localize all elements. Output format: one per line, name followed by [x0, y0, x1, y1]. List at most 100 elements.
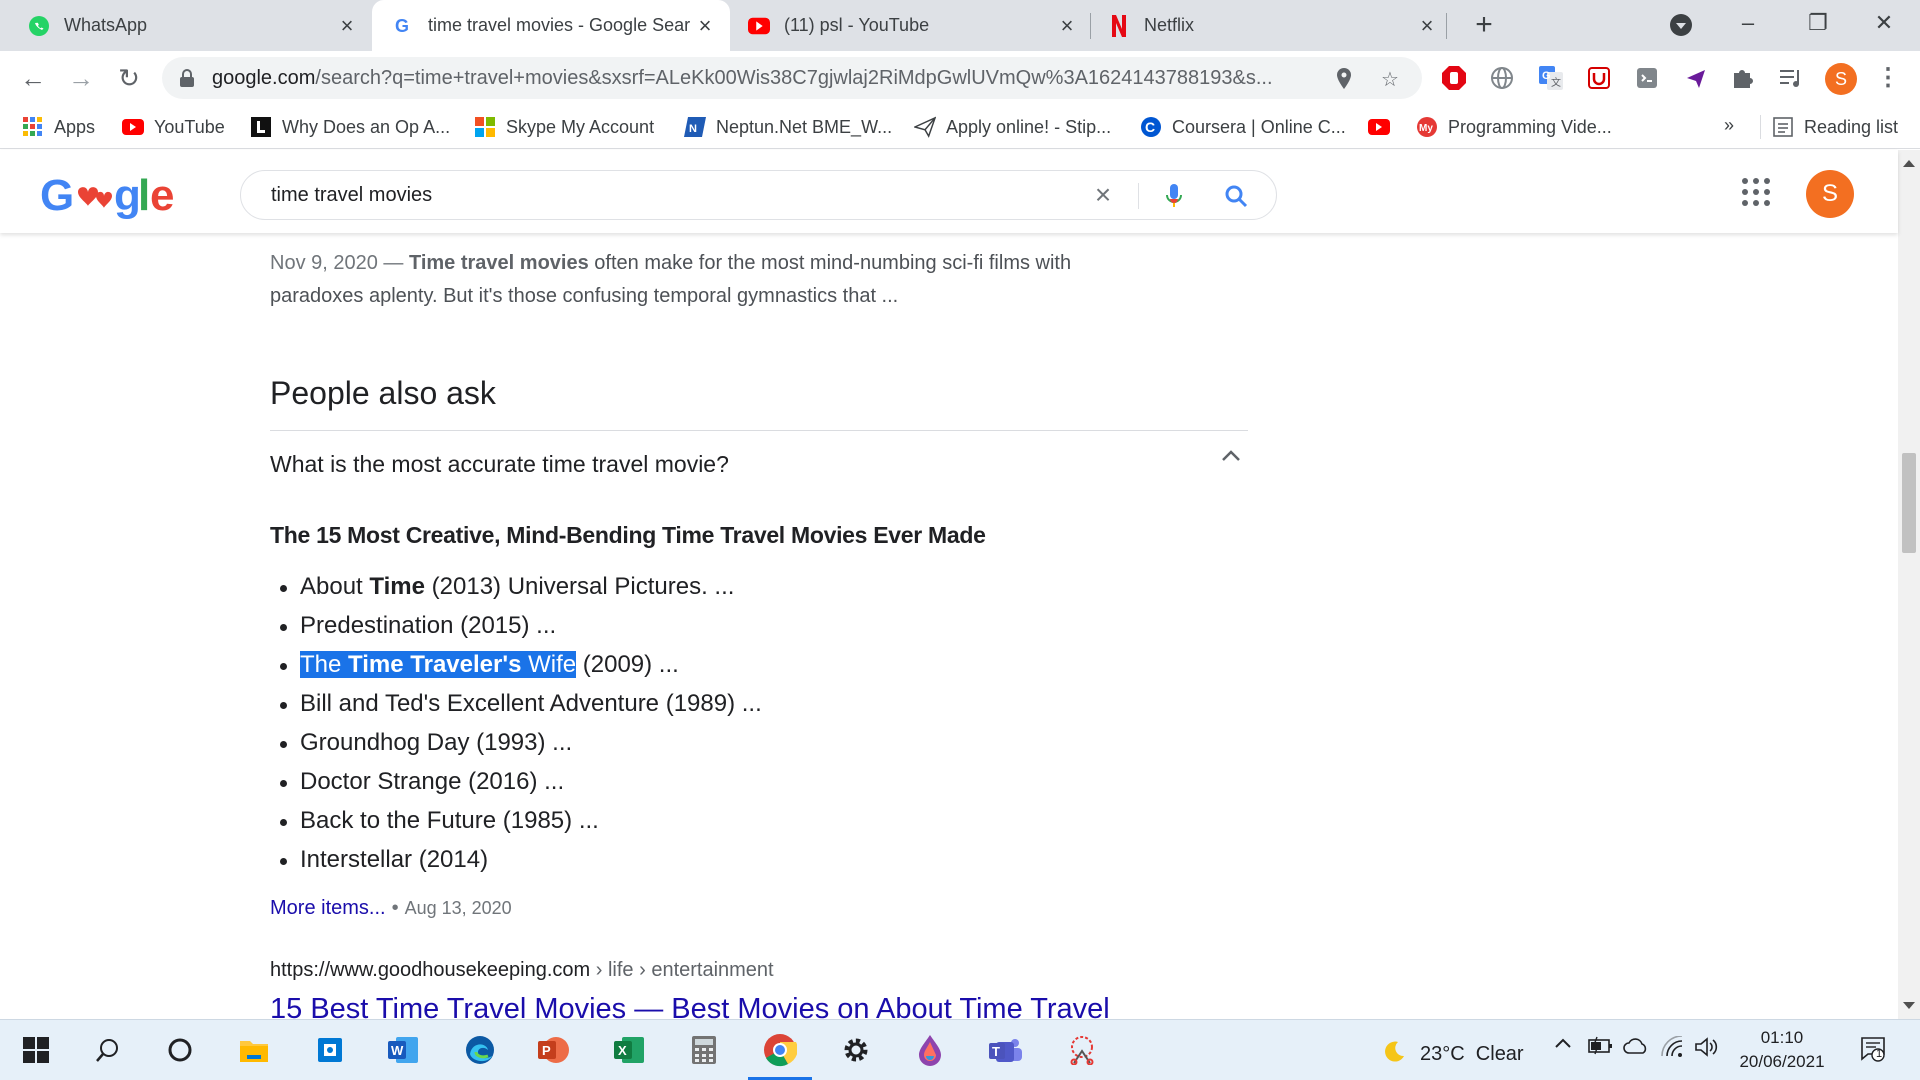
battery-icon[interactable]	[1588, 1036, 1614, 1062]
close-tab-icon[interactable]: ×	[694, 14, 716, 37]
tab-separator	[1446, 13, 1447, 39]
clock-time: 01:10	[1760, 1028, 1804, 1047]
weather-widget[interactable]: 23°C Clear	[1380, 1038, 1524, 1070]
reading-list-label: Reading list	[1804, 116, 1899, 137]
result-title-link[interactable]: 15 Best Time Travel Movies — Best Movies…	[270, 993, 1110, 1019]
extensions-puzzle-icon[interactable]	[1730, 65, 1756, 91]
minimize-button[interactable]: –	[1730, 8, 1766, 38]
svg-text:N: N	[689, 123, 697, 135]
adblock-icon[interactable]	[1441, 65, 1467, 91]
forward-button[interactable]: →	[64, 61, 98, 95]
notification-center-icon[interactable]: 1	[1860, 1036, 1886, 1062]
url-text[interactable]: google.com/search?q=time+travel+movies&s…	[212, 67, 1312, 90]
svg-text:C: C	[1145, 119, 1155, 135]
edge-icon[interactable]	[462, 1032, 498, 1068]
list-item-highlighted: The Time Traveler's Wife (2009) ...	[270, 645, 762, 684]
powerpoint-icon[interactable]: P	[536, 1032, 572, 1068]
chevron-up-icon[interactable]	[1218, 443, 1244, 469]
wifi-icon[interactable]	[1660, 1035, 1684, 1064]
onedrive-cloud-icon[interactable]	[1622, 1036, 1650, 1062]
neptun-icon: N	[684, 116, 706, 138]
google-apps-icon[interactable]	[1742, 178, 1770, 206]
bookmark-youtube-2[interactable]	[1368, 105, 1400, 149]
search-box[interactable]: time travel movies ×	[240, 170, 1277, 220]
chrome-icon[interactable]	[762, 1032, 798, 1068]
result-cite[interactable]: https://www.goodhousekeeping.com › life …	[270, 959, 774, 982]
item-bold: Time Traveler's	[348, 651, 522, 678]
snipping-tool-icon[interactable]	[1064, 1032, 1100, 1068]
address-bar[interactable]: google.com/search?q=time+travel+movies&s…	[162, 57, 1422, 99]
calculator-icon[interactable]	[686, 1032, 722, 1068]
close-tab-icon[interactable]: ×	[1056, 14, 1078, 37]
clear-search-icon[interactable]: ×	[1088, 181, 1118, 211]
outlook-calendar-icon[interactable]	[312, 1032, 348, 1068]
word-icon[interactable]: W	[386, 1032, 422, 1068]
system-clock[interactable]: 01:10 20/06/2021	[1730, 1026, 1834, 1074]
search-icon[interactable]	[1221, 181, 1251, 211]
selected-text[interactable]: The Time Traveler's Wife	[300, 651, 577, 678]
item-text: (2009) ...	[576, 651, 679, 678]
bookmark-why-does-an-op[interactable]: Why Does an Op A...	[250, 105, 450, 149]
search-input[interactable]: time travel movies	[271, 184, 1276, 207]
bookmark-youtube[interactable]: YouTube	[122, 105, 225, 149]
purple-extension-icon[interactable]	[1683, 65, 1709, 91]
browser-toolbar: ← → ↻ google.com/search?q=time+travel+mo…	[0, 51, 1920, 105]
tab-search-icon[interactable]	[1670, 14, 1692, 36]
excel-icon[interactable]: X	[612, 1032, 648, 1068]
google-translate-icon[interactable]: G文	[1538, 65, 1564, 91]
tray-chevron-up-icon[interactable]	[1552, 1032, 1574, 1060]
reading-list-button[interactable]: Reading list	[1772, 105, 1898, 149]
more-items-link[interactable]: More items...	[270, 897, 386, 919]
paint-drop-icon[interactable]	[912, 1032, 948, 1068]
tab-whatsapp[interactable]: WhatsApp ×	[0, 0, 372, 51]
cortana-icon[interactable]	[162, 1032, 198, 1068]
scroll-up-arrow-icon[interactable]	[1903, 160, 1915, 167]
close-window-button[interactable]: ✕	[1866, 8, 1902, 38]
reload-button[interactable]: ↻	[112, 61, 146, 95]
location-pin-icon[interactable]	[1332, 67, 1356, 91]
globe-icon[interactable]	[1489, 65, 1515, 91]
svg-text:G: G	[1542, 70, 1551, 82]
google-account-avatar[interactable]: S	[1806, 170, 1854, 218]
bookmark-apps[interactable]: Apps	[22, 105, 95, 149]
svg-text:G: G	[40, 172, 73, 220]
item-text: Back to the Future (1985) ...	[300, 807, 599, 834]
screenshot-extension-icon[interactable]	[1634, 65, 1660, 91]
microphone-icon[interactable]	[1159, 181, 1189, 211]
taskbar-search-icon[interactable]	[90, 1032, 126, 1068]
profile-avatar[interactable]: S	[1825, 63, 1857, 95]
media-control-icon[interactable]	[1778, 65, 1804, 91]
paa-question[interactable]: What is the most accurate time travel mo…	[270, 451, 729, 478]
bookmark-label: Neptun.Net BME_W...	[716, 116, 893, 137]
bookmark-programming-videos[interactable]: My Programming Vide...	[1416, 105, 1612, 149]
tab-google-search[interactable]: G time travel movies - Google Sear ×	[372, 0, 730, 51]
item-text: (2013) Universal Pictures. ...	[424, 573, 735, 600]
bookmark-star-icon[interactable]: ☆	[1378, 67, 1402, 91]
lock-icon[interactable]	[180, 69, 194, 87]
bookmark-apply-online[interactable]: Apply online! - Stip...	[914, 105, 1111, 149]
restore-button[interactable]: ❐	[1800, 8, 1836, 38]
shield-extension-icon[interactable]	[1586, 65, 1612, 91]
windows-start-icon[interactable]	[18, 1032, 54, 1068]
snippet-bold-term: Time travel movies	[408, 252, 589, 274]
new-tab-button[interactable]: +	[1466, 8, 1502, 44]
close-tab-icon[interactable]: ×	[336, 14, 358, 37]
settings-gear-icon[interactable]	[838, 1032, 874, 1068]
cite-host: https://www.goodhousekeeping.com	[270, 959, 591, 981]
google-doodle-logo[interactable]: G g l e	[40, 171, 180, 230]
teams-icon[interactable]: T	[988, 1032, 1024, 1068]
browser-menu-icon[interactable]: ⋮	[1876, 63, 1900, 95]
bookmark-neptun[interactable]: N Neptun.Net BME_W...	[684, 105, 892, 149]
scroll-thumb[interactable]	[1902, 453, 1916, 553]
bookmark-coursera[interactable]: C Coursera | Online C...	[1140, 105, 1346, 149]
page-scrollbar[interactable]	[1898, 150, 1920, 1019]
bookmark-skype[interactable]: Skype My Account	[474, 105, 654, 149]
bookmarks-overflow-button[interactable]: »	[1724, 115, 1734, 136]
file-explorer-icon[interactable]	[236, 1032, 272, 1068]
close-tab-icon[interactable]: ×	[1416, 14, 1438, 37]
tab-youtube[interactable]: (11) psl - YouTube ×	[730, 0, 1092, 51]
back-button[interactable]: ←	[16, 61, 50, 95]
tab-netflix[interactable]: Netflix ×	[1094, 0, 1452, 51]
volume-icon[interactable]	[1694, 1036, 1720, 1064]
scroll-down-arrow-icon[interactable]	[1903, 1002, 1915, 1009]
